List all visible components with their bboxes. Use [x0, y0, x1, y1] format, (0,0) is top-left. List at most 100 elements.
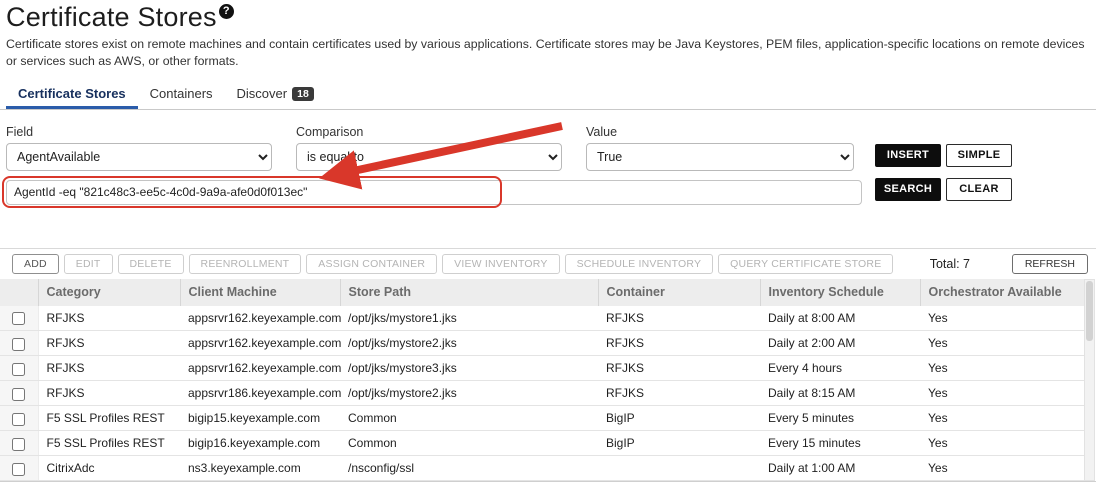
tab-discover[interactable]: Discover 18	[225, 81, 326, 109]
row-select-cell	[0, 456, 38, 481]
row-select-cell	[0, 356, 38, 381]
cell-container: RFJKS	[598, 306, 760, 331]
store-table: Category Client Machine Store Path Conta…	[0, 279, 1084, 482]
cell-category: CitrixAdc	[38, 456, 180, 481]
row-select-cell	[0, 406, 38, 431]
column-header-store-path[interactable]: Store Path	[340, 279, 598, 306]
toolbar-buttons: ADDEDITDELETEREENROLLMENTASSIGN CONTAINE…	[12, 254, 898, 274]
page-description: Certificate stores exist on remote machi…	[6, 36, 1088, 70]
toolbar-button-query-certificate-store: QUERY CERTIFICATE STORE	[718, 254, 893, 274]
cell-client-machine: appsrvr162.keyexample.com	[180, 331, 340, 356]
row-checkbox[interactable]	[12, 438, 25, 451]
cell-store-path: /opt/jks/mystore3.jks	[340, 356, 598, 381]
cell-category: F5 SSL Profiles REST	[38, 431, 180, 456]
tab-certificate-stores[interactable]: Certificate Stores	[6, 81, 138, 109]
cell-orchestrator-available: Yes	[920, 406, 1084, 431]
store-table-body: RFJKSappsrvr162.keyexample.com/opt/jks/m…	[0, 306, 1084, 481]
cell-category: F5 SSL Profiles REST	[38, 406, 180, 431]
row-checkbox[interactable]	[12, 312, 25, 325]
cell-orchestrator-available: Yes	[920, 456, 1084, 481]
toolbar-button-reenrollment: REENROLLMENT	[189, 254, 302, 274]
row-checkbox[interactable]	[12, 363, 25, 376]
cell-inventory-schedule: Daily at 8:15 AM	[760, 381, 920, 406]
table-row: F5 SSL Profiles RESTbigip16.keyexample.c…	[0, 431, 1084, 456]
toolbar-button-edit: EDIT	[64, 254, 113, 274]
cell-inventory-schedule: Daily at 1:00 AM	[760, 456, 920, 481]
search-button[interactable]: SEARCH	[875, 178, 941, 201]
cell-inventory-schedule: Every 15 minutes	[760, 431, 920, 456]
row-checkbox[interactable]	[12, 388, 25, 401]
table-row: CitrixAdcns3.keyexample.com/nsconfig/ssl…	[0, 456, 1084, 481]
help-icon[interactable]: ?	[219, 4, 234, 19]
row-select-cell	[0, 331, 38, 356]
cell-orchestrator-available: Yes	[920, 431, 1084, 456]
cell-inventory-schedule: Every 4 hours	[760, 356, 920, 381]
row-checkbox[interactable]	[12, 338, 25, 351]
table-row: RFJKSappsrvr162.keyexample.com/opt/jks/m…	[0, 306, 1084, 331]
cell-client-machine: bigip15.keyexample.com	[180, 406, 340, 431]
row-checkbox[interactable]	[12, 463, 25, 476]
insert-button[interactable]: INSERT	[875, 144, 941, 167]
query-input[interactable]	[6, 180, 862, 205]
cell-store-path: /opt/jks/mystore1.jks	[340, 306, 598, 331]
cell-category: RFJKS	[38, 381, 180, 406]
cell-store-path: Common	[340, 431, 598, 456]
field-label: Field	[6, 125, 33, 139]
discover-count-badge: 18	[292, 87, 314, 101]
table-row: F5 SSL Profiles RESTbigip15.keyexample.c…	[0, 406, 1084, 431]
tab-bar: Certificate Stores Containers Discover 18	[0, 82, 1096, 110]
cell-category: RFJKS	[38, 306, 180, 331]
table-scrollbar[interactable]	[1084, 279, 1095, 481]
cell-orchestrator-available: Yes	[920, 306, 1084, 331]
scrollbar-thumb[interactable]	[1086, 281, 1093, 341]
table-row: RFJKSappsrvr162.keyexample.com/opt/jks/m…	[0, 331, 1084, 356]
row-checkbox[interactable]	[12, 413, 25, 426]
certificate-store-grid: ADDEDITDELETEREENROLLMENTASSIGN CONTAINE…	[0, 248, 1096, 482]
column-header-orchestrator-available[interactable]: Orchestrator Available	[920, 279, 1084, 306]
table-row: RFJKSappsrvr186.keyexample.com/opt/jks/m…	[0, 381, 1084, 406]
cell-container: BigIP	[598, 431, 760, 456]
cell-container: RFJKS	[598, 331, 760, 356]
cell-client-machine: ns3.keyexample.com	[180, 456, 340, 481]
cell-orchestrator-available: Yes	[920, 356, 1084, 381]
column-header-category[interactable]: Category	[38, 279, 180, 306]
cell-store-path: /nsconfig/ssl	[340, 456, 598, 481]
cell-orchestrator-available: Yes	[920, 381, 1084, 406]
page-title: Certificate Stores	[6, 2, 217, 33]
refresh-button[interactable]: REFRESH	[1012, 254, 1088, 274]
cell-category: RFJKS	[38, 356, 180, 381]
table-row: RFJKSappsrvr162.keyexample.com/opt/jks/m…	[0, 356, 1084, 381]
cell-store-path: Common	[340, 406, 598, 431]
cell-container: BigIP	[598, 406, 760, 431]
toolbar-button-add[interactable]: ADD	[12, 254, 59, 274]
field-select[interactable]: AgentAvailable	[6, 143, 272, 171]
tab-label: Discover	[237, 86, 288, 101]
cell-container	[598, 456, 760, 481]
cell-client-machine: appsrvr162.keyexample.com	[180, 356, 340, 381]
cell-category: RFJKS	[38, 331, 180, 356]
comparison-select[interactable]: is equal to	[296, 143, 562, 171]
tab-containers[interactable]: Containers	[138, 81, 225, 109]
column-header-container[interactable]: Container	[598, 279, 760, 306]
cell-container: RFJKS	[598, 356, 760, 381]
grid-toolbar: ADDEDITDELETEREENROLLMENTASSIGN CONTAINE…	[0, 249, 1096, 279]
cell-client-machine: appsrvr186.keyexample.com	[180, 381, 340, 406]
column-header-inventory-schedule[interactable]: Inventory Schedule	[760, 279, 920, 306]
comparison-label: Comparison	[296, 125, 363, 139]
value-select[interactable]: True	[586, 143, 854, 171]
cell-store-path: /opt/jks/mystore2.jks	[340, 381, 598, 406]
search-section: Field AgentAvailable Comparison is equal…	[0, 110, 1096, 248]
total-count: Total: 7	[930, 257, 970, 271]
page-header: Certificate Stores? Certificate stores e…	[0, 0, 1096, 70]
simple-button[interactable]: SIMPLE	[946, 144, 1012, 167]
select-all-header	[0, 279, 38, 306]
toolbar-button-schedule-inventory: SCHEDULE INVENTORY	[565, 254, 714, 274]
cell-inventory-schedule: Daily at 8:00 AM	[760, 306, 920, 331]
toolbar-button-assign-container: ASSIGN CONTAINER	[306, 254, 437, 274]
cell-container: RFJKS	[598, 381, 760, 406]
column-header-client-machine[interactable]: Client Machine	[180, 279, 340, 306]
clear-button[interactable]: CLEAR	[946, 178, 1012, 201]
toolbar-button-view-inventory: VIEW INVENTORY	[442, 254, 559, 274]
cell-inventory-schedule: Daily at 2:00 AM	[760, 331, 920, 356]
cell-client-machine: appsrvr162.keyexample.com	[180, 306, 340, 331]
